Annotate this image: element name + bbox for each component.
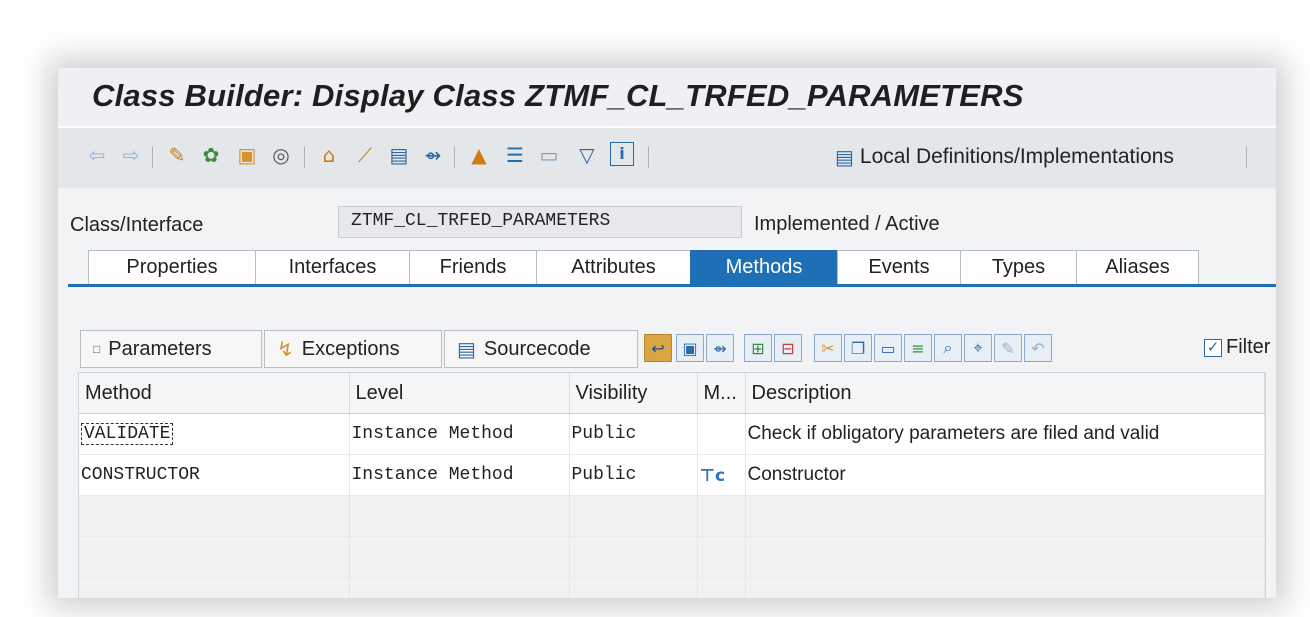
cut-icon[interactable]: ✂ <box>814 334 842 362</box>
where-used-icon[interactable]: ⌂ <box>316 142 342 168</box>
application-toolbar: ⇦ ⇨ ✎ ✿ ▣ ◎ ⌂ ⟋ ▤ ⇴ ▲ ☰ ▭ ▽ i ▤ Local De… <box>58 128 1276 188</box>
tab-friends[interactable]: Friends <box>409 250 537 284</box>
info-icon[interactable]: i <box>610 142 634 166</box>
modeled-cell[interactable]: ⊤c <box>697 454 746 496</box>
methods-table: Method Level Visibility M... Description… <box>78 372 1266 598</box>
filter-icon[interactable]: ▽ <box>574 142 600 168</box>
method-cell[interactable]: VALIDATE <box>79 413 350 455</box>
table-row[interactable]: VALIDATE Instance Method Public Check if… <box>79 413 1265 455</box>
display-change-icon[interactable]: ✿ <box>198 142 224 168</box>
layout-icon[interactable]: ▭ <box>536 142 562 168</box>
sourcecode-icon: ▤ <box>457 338 476 361</box>
parameters-button[interactable]: □ Parameters <box>80 330 262 368</box>
table-row[interactable]: CONSTRUCTOR Instance Method Public ⊤c Co… <box>79 454 1265 496</box>
description-cell[interactable]: Constructor <box>745 454 1265 496</box>
edit-disabled-icon[interactable]: ✎ <box>994 334 1022 362</box>
exceptions-button[interactable]: ↯ Exceptions <box>264 330 442 368</box>
other-object-icon[interactable]: ✎ <box>164 142 190 168</box>
local-definitions-label: Local Definitions/Implementations <box>859 145 1174 168</box>
visibility-cell[interactable]: Public <box>569 454 698 496</box>
empty-row[interactable] <box>79 495 1265 537</box>
sap-window: Class Builder: Display Class ZTMF_CL_TRF… <box>58 68 1276 598</box>
back-arrow-icon[interactable]: ⇦ <box>84 142 110 168</box>
tab-strip: Properties Interfaces Friends Attributes… <box>88 250 1199 284</box>
class-interface-field[interactable]: ZTMF_CL_TRFED_PARAMETERS <box>338 206 742 238</box>
tab-properties[interactable]: Properties <box>88 250 256 284</box>
method-name[interactable]: VALIDATE <box>81 423 174 445</box>
exceptions-label: Exceptions <box>301 337 400 360</box>
magic-wand-icon[interactable]: ⟋ <box>352 142 378 168</box>
level-cell[interactable]: Instance Method <box>349 413 570 455</box>
empty-row[interactable] <box>79 577 1265 598</box>
find-icon[interactable]: ⌕ <box>934 334 962 362</box>
filter-label: Filter <box>1226 336 1271 358</box>
document-icon: ▤ <box>835 146 854 169</box>
delete-row-icon[interactable]: ⊟ <box>774 334 802 362</box>
empty-row[interactable] <box>79 536 1265 578</box>
exceptions-icon: ↯ <box>277 338 294 361</box>
tab-events[interactable]: Events <box>837 250 961 284</box>
methods-toolbar: □ Parameters ↯ Exceptions ▤ Sourcecode ↩… <box>80 328 1276 372</box>
parameters-label: Parameters <box>108 337 212 360</box>
class-status: Implemented / Active <box>754 213 940 235</box>
filter-toggle[interactable]: ✓ Filter <box>1204 336 1270 359</box>
column-header-description[interactable]: Description <box>745 373 1265 414</box>
navigate-icon[interactable]: ⇴ <box>420 142 446 168</box>
tab-types[interactable]: Types <box>960 250 1077 284</box>
find-next-icon[interactable]: ⌖ <box>964 334 992 362</box>
tab-aliases[interactable]: Aliases <box>1076 250 1199 284</box>
tab-methods[interactable]: Methods <box>690 250 838 284</box>
paste-icon[interactable]: ▭ <box>874 334 902 362</box>
copy-icon[interactable]: ❐ <box>844 334 872 362</box>
copy-doc-icon[interactable]: ▣ <box>676 334 704 362</box>
visibility-cell[interactable]: Public <box>569 413 698 455</box>
tab-underline <box>68 284 1276 287</box>
forward-arrow-icon[interactable]: ⇨ <box>118 142 144 168</box>
table-header-row: Method Level Visibility M... Description <box>79 373 1265 414</box>
column-header-visibility[interactable]: Visibility <box>569 373 698 414</box>
description-cell[interactable]: Check if obligatory parameters are filed… <box>745 413 1265 455</box>
column-header-level[interactable]: Level <box>349 373 570 414</box>
constructor-icon: ⊤c <box>699 466 726 486</box>
undo-change-icon[interactable]: ↩ <box>644 334 672 362</box>
column-header-method[interactable]: Method <box>79 373 350 414</box>
column-header-modeled[interactable]: M... <box>697 373 746 414</box>
hierarchy-icon[interactable]: ▲ <box>466 142 492 168</box>
activate-icon[interactable]: ▣ <box>234 142 260 168</box>
tab-interfaces[interactable]: Interfaces <box>255 250 410 284</box>
sort-icon[interactable]: ≡ <box>904 334 932 362</box>
undo-disabled-icon[interactable]: ↶ <box>1024 334 1052 362</box>
navigate-arrow-icon[interactable]: ⇴ <box>706 334 734 362</box>
insert-row-icon[interactable]: ⊞ <box>744 334 772 362</box>
sourcecode-button[interactable]: ▤ Sourcecode <box>444 330 638 368</box>
title-bar: Class Builder: Display Class ZTMF_CL_TRF… <box>58 68 1276 128</box>
window-title: Class Builder: Display Class ZTMF_CL_TRF… <box>92 78 1024 113</box>
level-cell[interactable]: Instance Method <box>349 454 570 496</box>
local-definitions-button[interactable]: ▤ Local Definitions/Implementations <box>835 142 1174 172</box>
pretty-print-icon[interactable]: ☰ <box>502 142 528 168</box>
main-content: Class/Interface ZTMF_CL_TRFED_PARAMETERS… <box>58 190 1276 598</box>
method-cell[interactable]: CONSTRUCTOR <box>79 454 350 496</box>
modeled-cell[interactable] <box>697 413 746 455</box>
check-icon[interactable]: ◎ <box>268 142 294 168</box>
tab-attributes[interactable]: Attributes <box>536 250 691 284</box>
class-interface-label: Class/Interface <box>70 214 204 236</box>
parameters-icon: □ <box>93 342 101 356</box>
sourcecode-label: Sourcecode <box>483 337 591 360</box>
filter-checkbox[interactable]: ✓ <box>1204 338 1222 357</box>
object-list-icon[interactable]: ▤ <box>386 142 412 168</box>
